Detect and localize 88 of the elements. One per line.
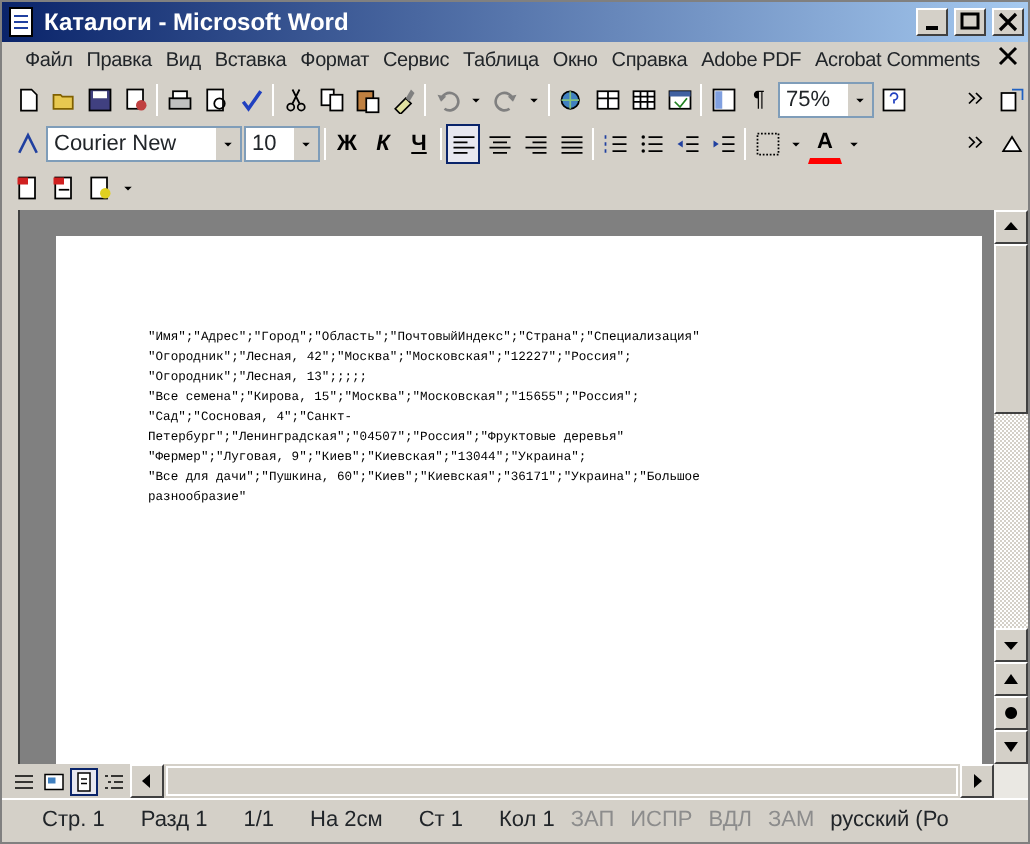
close-button[interactable] — [992, 8, 1024, 36]
font-name: Courier New — [54, 129, 177, 160]
scroll-right-button[interactable] — [960, 764, 994, 798]
maximize-button[interactable] — [954, 8, 986, 36]
next-page-button[interactable] — [994, 730, 1028, 764]
spelling-icon — [237, 86, 265, 114]
bold-button[interactable]: Ж — [330, 124, 364, 164]
table-draw-icon — [593, 86, 621, 114]
minimize-icon — [926, 26, 938, 30]
zoom-field[interactable]: 75% — [778, 82, 874, 118]
select-browse-object-icon — [1004, 706, 1018, 720]
vertical-scrollbar-thumb[interactable] — [994, 244, 1028, 414]
print-icon — [165, 86, 193, 114]
increase-indent-icon — [709, 130, 737, 158]
next-page-icon — [1004, 740, 1018, 754]
copy-icon — [317, 86, 345, 114]
horizontal-scrollbar-thumb[interactable] — [166, 766, 958, 796]
justify-icon — [557, 130, 585, 158]
save-icon — [85, 86, 113, 114]
close-icon — [996, 10, 1020, 34]
globe-link-icon — [557, 86, 585, 114]
status-field: Стр. 1 — [42, 804, 105, 838]
menu-item[interactable]: Сервис — [376, 43, 457, 77]
status-field: ИСПР — [630, 804, 693, 838]
scroll-left-icon — [140, 774, 154, 788]
status-field: Разд 1 — [140, 804, 208, 838]
spreadsheet-icon — [665, 86, 693, 114]
align-center-icon — [485, 130, 513, 158]
previous-page-icon — [1004, 672, 1018, 686]
document-map-icon — [709, 86, 737, 114]
menu-item[interactable]: Файл — [18, 43, 80, 77]
pdf-review-icon — [85, 174, 113, 202]
font-size-value: 10 — [252, 129, 277, 160]
pdf-icon — [13, 174, 41, 202]
window-title: Каталоги - Microsoft Word — [44, 6, 351, 40]
align-left-button[interactable] — [446, 124, 480, 164]
scroll-up-button[interactable] — [994, 210, 1028, 244]
menu-item[interactable]: Окно — [545, 43, 605, 77]
help-icon — [879, 86, 907, 114]
menu-item[interactable]: Таблица — [456, 43, 546, 77]
font-field[interactable]: Courier New — [46, 126, 242, 162]
print-preview-icon — [201, 86, 229, 114]
table-icon — [629, 86, 657, 114]
menu-item[interactable]: Справка — [604, 43, 695, 77]
minimize-button[interactable] — [916, 8, 948, 36]
format-painter-icon — [389, 86, 417, 114]
maximize-icon — [958, 10, 982, 34]
align-left-icon — [449, 130, 477, 158]
font-color-button[interactable]: A — [808, 124, 842, 164]
numbered-list-icon — [601, 130, 629, 158]
scroll-down-icon — [1004, 638, 1018, 652]
menu-item[interactable]: Формат — [293, 43, 376, 77]
font-size-field[interactable]: 10 — [244, 126, 320, 162]
status-field: Ст 1 — [418, 804, 463, 838]
show-formatting-button[interactable]: ¶ — [742, 80, 776, 120]
scroll-right-icon — [970, 774, 984, 788]
status-field: Кол 1 — [498, 804, 555, 838]
status-field: На 2см — [310, 804, 383, 838]
status-field: русский (Ро — [830, 804, 949, 838]
align-right-icon — [521, 130, 549, 158]
word-document-icon — [6, 6, 38, 38]
status-field: 1/1 — [243, 804, 275, 838]
zoom-value: 75% — [786, 85, 831, 116]
redo-icon — [491, 86, 519, 114]
italic-button[interactable]: К — [366, 124, 400, 164]
menu-item[interactable]: Acrobat Comments — [808, 43, 987, 77]
decrease-indent-icon — [673, 130, 701, 158]
status-field: ЗАМ — [768, 804, 815, 838]
status-field: ЗАП — [570, 804, 615, 838]
scroll-up-icon — [1004, 220, 1018, 234]
border-icon — [753, 130, 781, 158]
menu-item[interactable]: Правка — [79, 43, 159, 77]
menu-item[interactable]: Вставка — [207, 43, 294, 77]
scroll-left-button[interactable] — [130, 764, 164, 798]
scroll-down-button[interactable] — [994, 628, 1028, 662]
pdf-mail-icon — [49, 174, 77, 202]
select-browse-object-button[interactable] — [994, 696, 1028, 730]
bulleted-list-icon — [637, 130, 665, 158]
undo-icon — [433, 86, 461, 114]
cut-icon — [281, 86, 309, 114]
menu-item[interactable]: Adobe PDF — [694, 43, 809, 77]
status-field: ВДЛ — [708, 804, 752, 838]
underline-button[interactable]: Ч — [402, 124, 436, 164]
print-layout-button[interactable] — [70, 767, 98, 795]
print-layout-icon — [72, 767, 96, 795]
menu-item[interactable]: Вид — [158, 43, 208, 77]
previous-page-button[interactable] — [994, 662, 1028, 696]
paste-icon — [353, 86, 381, 114]
